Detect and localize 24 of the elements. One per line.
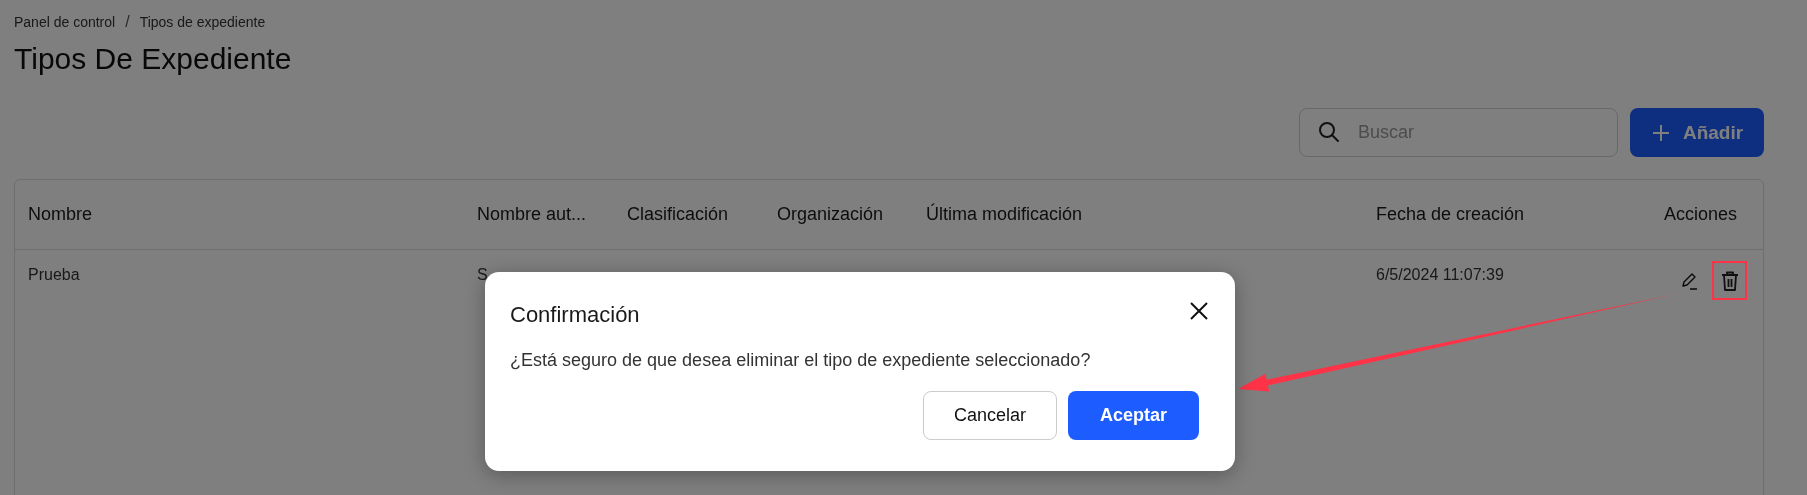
- column-header: Fecha de creación: [1376, 204, 1526, 225]
- breadcrumb-link[interactable]: Panel de control: [14, 14, 116, 30]
- column-header: Última modificación: [926, 204, 1084, 225]
- cancel-button[interactable]: Cancelar: [923, 391, 1057, 440]
- dialog-message: ¿Está seguro de que desea eliminar el tipo de expediente seleccionado?: [510, 350, 1092, 371]
- page-title: Tipos De Expediente: [14, 42, 293, 77]
- column-header: Organización: [777, 204, 885, 225]
- search-icon: [1317, 120, 1341, 144]
- plus-icon: [1650, 122, 1671, 143]
- dialog-title: Confirmación: [510, 302, 640, 328]
- delete-button[interactable]: [1712, 261, 1747, 300]
- trash-icon: [1719, 269, 1740, 292]
- table-cell-text: Prueba: [28, 266, 81, 284]
- column-header: Acciones: [1663, 204, 1738, 225]
- column-header: Nombre aut...: [477, 204, 588, 225]
- column-header: Clasificación: [627, 204, 730, 225]
- column-header: Nombre: [28, 204, 94, 225]
- table-cell-text: S: [477, 266, 489, 284]
- table-cell-text: 6/5/2024 11:07:39: [1376, 266, 1505, 284]
- close-icon: [1189, 301, 1209, 321]
- breadcrumb-link[interactable]: Tipos de expediente: [139, 14, 266, 30]
- accept-button[interactable]: Aceptar: [1068, 391, 1199, 440]
- breadcrumb-separator: /: [125, 13, 130, 31]
- add-button[interactable]: Añadir: [1630, 108, 1764, 157]
